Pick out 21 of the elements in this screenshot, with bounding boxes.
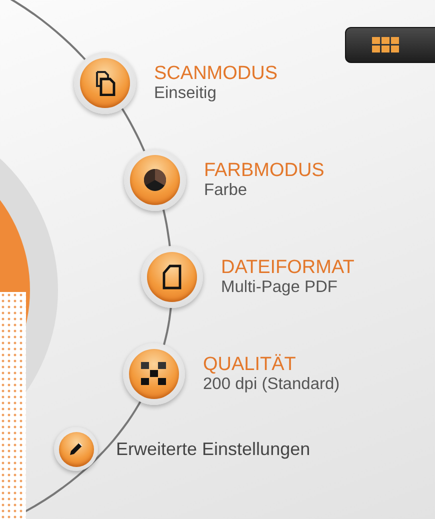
checker-icon (141, 362, 167, 386)
setting-title: DATEIFORMAT (221, 258, 354, 278)
setting-title: QUALITÄT (203, 354, 297, 374)
grid-menu-button[interactable] (345, 27, 435, 63)
pencil-icon (68, 441, 84, 457)
pie-icon (142, 167, 168, 193)
setting-value: 200 dpi (Standard) (203, 374, 340, 394)
advanced-button[interactable] (54, 427, 98, 471)
setting-button[interactable] (123, 343, 185, 405)
grid-icon (372, 37, 400, 53)
page-icon (161, 264, 183, 290)
setting-title: SCANMODUS (154, 64, 278, 84)
advanced-settings-link[interactable]: Erweiterte Einstellungen (116, 438, 310, 460)
setting-button[interactable] (74, 52, 136, 114)
setting-button[interactable] (141, 246, 203, 308)
setting-button[interactable] (124, 149, 186, 211)
pages-icon (93, 70, 117, 96)
setting-value: Einseitig (154, 84, 218, 102)
setting-value: Multi-Page PDF (221, 278, 338, 296)
setting-value: Farbe (204, 180, 248, 200)
setting-title: FARBMODUS (204, 160, 324, 180)
